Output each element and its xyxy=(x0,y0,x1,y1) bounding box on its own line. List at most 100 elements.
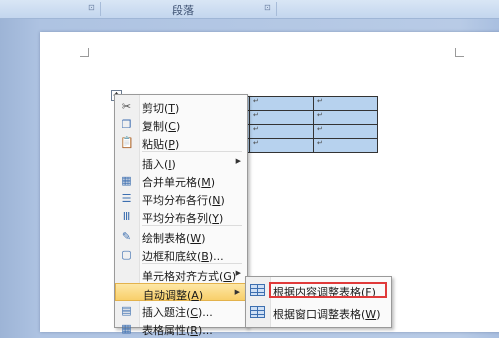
context-menu-item[interactable]: ✎ 绘制表格(W) xyxy=(115,227,247,245)
paragraph-mark: ↵ xyxy=(317,125,323,133)
ribbon-strip: ⊡ 段落 ⊡ xyxy=(0,0,499,19)
context-menu-item[interactable]: ▢ 边框和底纹(B)... xyxy=(115,245,247,263)
table-properties-icon: ▦ xyxy=(121,322,132,335)
submenu-item[interactable]: 根据内容调整表格(F) xyxy=(246,280,391,300)
insert-caption-icon: ▤ xyxy=(121,304,132,317)
menu-item-label: 表格属性(R)... xyxy=(142,322,213,338)
autofit-contents-icon xyxy=(250,284,265,296)
access-key: R xyxy=(190,324,198,337)
dialog-launcher-icon[interactable]: ⊡ xyxy=(264,3,271,12)
label-suffix: ) xyxy=(174,138,180,151)
context-menu-item[interactable]: 插入(I) ▶ xyxy=(115,153,247,171)
table-cell[interactable]: ↵ xyxy=(249,138,314,153)
paragraph-mark: ↵ xyxy=(253,139,259,147)
label-suffix: ) xyxy=(220,194,225,207)
menu-item-label: 插入(I) xyxy=(142,156,176,172)
menu-item-label: 粘贴(P) xyxy=(142,136,179,152)
draw-table-icon: ✎ xyxy=(121,230,132,243)
context-menu-item[interactable]: ▤ 插入题注(C)... xyxy=(115,301,247,319)
table-cell[interactable]: ↵ xyxy=(249,124,314,139)
autofit-window-icon xyxy=(250,306,265,318)
submenu-arrow-icon: ▶ xyxy=(235,157,241,165)
label-suffix: ) xyxy=(175,102,180,115)
borders-shading-icon: ▢ xyxy=(121,248,132,261)
submenu-arrow-icon: ▶ xyxy=(235,269,241,277)
label-text: 根据窗口调整表格( xyxy=(273,308,366,321)
context-menu-item[interactable]: 自动调整(A) ▶ xyxy=(115,283,247,302)
menu-item-label: 平均分布各行(N) xyxy=(142,192,225,208)
table-cell[interactable]: ↵ xyxy=(313,110,378,125)
label-suffix: )... xyxy=(208,250,224,263)
access-key: N xyxy=(212,194,221,207)
context-menu-item[interactable]: ☰ 平均分布各行(N) xyxy=(115,189,247,207)
access-key: C xyxy=(168,120,176,133)
context-menu: ✂ 剪切(T) ❐ 复制(C) 📋 粘贴(P) 插入(I) ▶ ▦ 合并单元格(M) ☰ 平均分布各行… xyxy=(114,94,248,337)
label-suffix: ) xyxy=(171,158,176,171)
label-text: 粘贴( xyxy=(142,138,169,151)
label-suffix: ) xyxy=(201,232,206,245)
scissors-icon: ✂ xyxy=(121,100,132,113)
label-suffix: ) xyxy=(175,120,181,133)
menu-item-label: 剪切(T) xyxy=(142,100,179,116)
label-text: 边框和底纹( xyxy=(142,250,202,263)
menu-item-label: 合并单元格(M) xyxy=(142,174,215,190)
menu-item-label: 边框和底纹(B)... xyxy=(142,248,224,264)
label-suffix: ) xyxy=(219,212,224,225)
ribbon-separator xyxy=(276,2,277,16)
context-menu-item[interactable]: 📋 粘贴(P) xyxy=(115,133,247,151)
label-suffix: ) xyxy=(376,308,381,321)
context-menu-item[interactable]: ✂ 剪切(T) xyxy=(115,97,247,115)
ribbon-separator xyxy=(100,2,101,16)
label-text: 插入( xyxy=(142,158,169,171)
menu-item-label: 单元格对齐方式(G) xyxy=(142,268,236,284)
copy-icon: ❐ xyxy=(121,118,132,131)
menu-item-label: 根据窗口调整表格(W) xyxy=(273,306,380,322)
focus-highlight-box xyxy=(269,282,387,298)
distribute-columns-icon: Ⅲ xyxy=(122,210,131,223)
table-cell[interactable]: ↵ xyxy=(313,96,378,111)
access-key: P xyxy=(168,138,175,151)
dialog-launcher-icon[interactable]: ⊡ xyxy=(88,3,95,12)
ribbon-group-label: 段落 xyxy=(172,4,194,17)
label-suffix: )... xyxy=(197,324,213,337)
label-suffix: )... xyxy=(197,306,213,319)
label-text: 剪切( xyxy=(142,102,169,115)
menu-item-label: 绘制表格(W) xyxy=(142,230,205,246)
table-cell[interactable]: ↵ xyxy=(249,96,314,111)
autofit-submenu: 根据内容调整表格(F) 根据窗口调整表格(W) xyxy=(245,276,392,328)
context-menu-item[interactable]: Ⅲ 平均分布各列(Y) xyxy=(115,207,247,225)
submenu-arrow-icon: ▶ xyxy=(234,288,240,296)
margin-corner-mark xyxy=(455,48,464,57)
submenu-item[interactable]: 根据窗口调整表格(W) xyxy=(246,302,391,322)
paragraph-mark: ↵ xyxy=(317,111,323,119)
paragraph-mark: ↵ xyxy=(317,139,323,147)
access-key: W xyxy=(365,308,377,321)
context-menu-item[interactable]: 单元格对齐方式(G) ▶ xyxy=(115,265,247,283)
distribute-rows-icon: ☰ xyxy=(121,192,132,205)
menu-item-label: 平均分布各列(Y) xyxy=(142,210,223,226)
context-menu-item[interactable]: ▦ 合并单元格(M) xyxy=(115,171,247,189)
paragraph-mark: ↵ xyxy=(317,97,323,105)
paragraph-mark: ↵ xyxy=(253,97,259,105)
paste-icon: 📋 xyxy=(120,136,134,149)
table-cell[interactable]: ↵ xyxy=(249,110,314,125)
context-menu-item[interactable]: ❐ 复制(C) xyxy=(115,115,247,133)
label-suffix: ) xyxy=(210,176,216,189)
label-text: 绘制表格( xyxy=(142,232,191,245)
table-cell[interactable]: ↵ xyxy=(313,124,378,139)
access-key: W xyxy=(190,232,202,245)
paragraph-mark: ↵ xyxy=(253,111,259,119)
access-key: B xyxy=(201,250,209,263)
label-text: 单元格对齐方式( xyxy=(142,270,224,283)
merge-cells-icon: ▦ xyxy=(121,174,132,187)
label-text: 合并单元格( xyxy=(142,176,202,189)
menu-item-label: 插入题注(C)... xyxy=(142,304,213,320)
access-key: M xyxy=(201,176,211,189)
paragraph-mark: ↵ xyxy=(253,125,259,133)
access-key: G xyxy=(223,270,232,283)
access-key: C xyxy=(190,306,198,319)
label-text: 平均分布各列( xyxy=(142,212,213,225)
table-cell[interactable]: ↵ xyxy=(313,138,378,153)
label-text: 插入题注( xyxy=(142,306,191,319)
label-text: 表格属性( xyxy=(142,324,191,337)
